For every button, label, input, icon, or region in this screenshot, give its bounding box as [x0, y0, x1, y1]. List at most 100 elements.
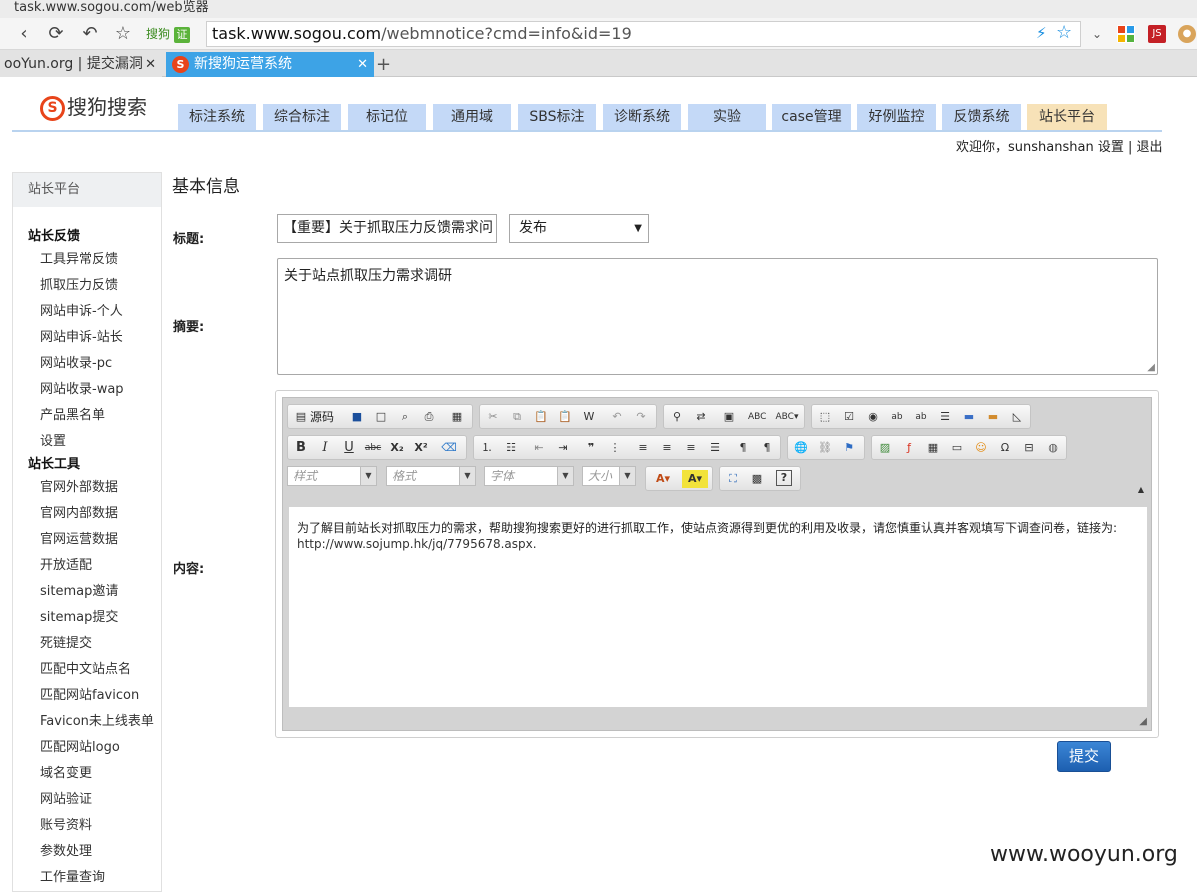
save-icon[interactable]: ■: [348, 408, 366, 426]
align-center-icon[interactable]: ≡: [658, 439, 676, 457]
nav-tab-0[interactable]: 标注系统: [178, 104, 256, 131]
show-blocks-icon[interactable]: ▩: [748, 470, 766, 488]
spellcheck-dropdown-icon[interactable]: ABC▾: [774, 408, 800, 426]
nav-tab-3[interactable]: 通用域: [433, 104, 511, 131]
nav-tab-5[interactable]: 诊断系统: [603, 104, 681, 131]
underline-button[interactable]: U: [340, 439, 358, 457]
nav-tab-4[interactable]: SBS标注: [518, 104, 596, 131]
font-combo[interactable]: 字体 ▼: [484, 466, 574, 486]
bookmark-star-icon[interactable]: ☆: [111, 22, 135, 46]
hidden-field-icon[interactable]: ◺: [1008, 408, 1026, 426]
collapse-toolbar-icon[interactable]: ▲: [1135, 484, 1147, 496]
redo-icon[interactable]: ↷: [632, 408, 650, 426]
print-icon[interactable]: ⎙: [420, 408, 438, 426]
image-button-icon[interactable]: ▬: [984, 408, 1002, 426]
sidebar-item-blacklist[interactable]: 产品黑名单: [40, 404, 105, 423]
smiley-icon[interactable]: ☺: [972, 439, 990, 457]
align-right-icon[interactable]: ≡: [682, 439, 700, 457]
bullet-list-icon[interactable]: ☷: [502, 439, 520, 457]
sidebar-item-params[interactable]: 参数处理: [40, 840, 92, 859]
strike-button[interactable]: abc: [364, 439, 382, 457]
templates-icon[interactable]: ▦: [448, 408, 466, 426]
sidebar-item-match-site-name[interactable]: 匹配中文站点名: [40, 658, 131, 677]
anchor-flag-icon[interactable]: ⚑: [840, 439, 858, 457]
button-field-icon[interactable]: ▬: [960, 408, 978, 426]
ltr-icon[interactable]: ¶: [734, 439, 752, 457]
page-break-icon[interactable]: ⊟: [1020, 439, 1038, 457]
textarea-icon[interactable]: ab: [912, 408, 930, 426]
sidebar-item-match-logo[interactable]: 匹配网站logo: [40, 736, 120, 755]
sidebar-item-site-verify[interactable]: 网站验证: [40, 788, 92, 807]
maximize-icon[interactable]: ⛶: [724, 470, 742, 488]
sidebar-item-appeal-webmaster[interactable]: 网站申诉-站长: [40, 326, 123, 345]
paste-word-icon[interactable]: W: [580, 408, 598, 426]
status-select[interactable]: 发布 ▼: [509, 214, 649, 243]
sidebar-item-index-pc[interactable]: 网站收录-pc: [40, 352, 112, 371]
outdent-icon[interactable]: ⇤: [530, 439, 548, 457]
replace-icon[interactable]: ⇄: [692, 408, 710, 426]
spellcheck-icon[interactable]: ABC: [748, 408, 766, 426]
sidebar-item-tool-error[interactable]: 工具异常反馈: [40, 248, 118, 267]
tab-wooyun[interactable]: ooYun.org | 提交漏洞 ✕: [0, 52, 162, 77]
editor-content-area[interactable]: 为了解目前站长对抓取压力的需求，帮助搜狗搜索更好的进行抓取工作，使站点资源得到更…: [289, 507, 1147, 707]
source-icon[interactable]: ▤: [292, 408, 310, 426]
nav-tab-1[interactable]: 综合标注: [263, 104, 341, 131]
sidebar-item-deadlink-submit[interactable]: 死链提交: [40, 632, 92, 651]
undo-icon[interactable]: ↶: [78, 22, 102, 46]
nav-tab-6[interactable]: 实验: [688, 104, 766, 131]
nav-tab-8[interactable]: 好例监控: [857, 104, 936, 131]
copy-icon[interactable]: ⧉: [508, 408, 526, 426]
title-input[interactable]: 【重要】关于抓取压力反馈需求问: [277, 214, 497, 243]
preview-icon[interactable]: ⌕: [396, 408, 414, 426]
chevron-down-icon[interactable]: ⌄: [1086, 22, 1108, 46]
align-left-icon[interactable]: ≡: [634, 439, 652, 457]
back-icon[interactable]: ‹: [12, 22, 36, 46]
bold-button[interactable]: B: [292, 439, 310, 457]
sidebar-item-internal-data[interactable]: 官网内部数据: [40, 502, 118, 521]
format-combo[interactable]: 格式 ▼: [386, 466, 476, 486]
sidebar-item-settings[interactable]: 设置: [40, 430, 66, 449]
help-icon[interactable]: ?: [776, 470, 792, 486]
js-icon[interactable]: JS: [1148, 25, 1166, 43]
eraser-icon[interactable]: ⌫: [440, 439, 458, 457]
size-combo[interactable]: 大小 ▼: [582, 466, 636, 486]
sidebar-item-crawl-pressure[interactable]: 抓取压力反馈: [40, 274, 118, 293]
blockquote-icon[interactable]: ❞: [582, 439, 600, 457]
speed-mode-icon[interactable]: ⚡: [1036, 24, 1047, 42]
logout-link[interactable]: 退出: [1137, 140, 1163, 155]
new-page-icon[interactable]: □: [372, 408, 390, 426]
favorite-star-icon[interactable]: ☆: [1056, 22, 1072, 43]
settings-link[interactable]: 设置: [1098, 140, 1124, 155]
resize-handle-icon[interactable]: ◢: [1147, 362, 1155, 373]
select-field-icon[interactable]: ☰: [936, 408, 954, 426]
numbered-list-icon[interactable]: ⒈: [478, 439, 496, 457]
find-icon[interactable]: ⚲: [668, 408, 686, 426]
sidebar-item-favicon-form[interactable]: Favicon未上线表单: [40, 710, 154, 729]
indent-icon[interactable]: ⇥: [554, 439, 572, 457]
undo-icon[interactable]: ↶: [608, 408, 626, 426]
align-justify-icon[interactable]: ☰: [706, 439, 724, 457]
table-icon[interactable]: ▦: [924, 439, 942, 457]
nav-tab-10-active[interactable]: 站长平台: [1027, 104, 1107, 131]
summary-textarea[interactable]: 关于站点抓取压力需求调研 ◢: [277, 258, 1158, 375]
sidebar-item-sitemap-submit[interactable]: sitemap提交: [40, 606, 118, 625]
textfield-icon[interactable]: ab: [888, 408, 906, 426]
div-container-icon[interactable]: ⋮: [606, 439, 624, 457]
cut-icon[interactable]: ✂: [484, 408, 502, 426]
address-bar[interactable]: task.www.sogou.com/webmnotice?cmd=info&i…: [206, 21, 1081, 47]
close-icon[interactable]: ✕: [145, 52, 156, 77]
tab-sogou-ops[interactable]: S 新搜狗运营系统 ✕: [166, 52, 374, 77]
rtl-icon[interactable]: ¶: [758, 439, 776, 457]
apps-icon[interactable]: [1117, 25, 1135, 43]
paste-text-icon[interactable]: 📋: [556, 408, 574, 426]
sidebar-item-open-adapt[interactable]: 开放适配: [40, 554, 92, 573]
content-link[interactable]: http://www.sojump.hk/jq/7795678.aspx.: [297, 536, 1139, 552]
subscript-button[interactable]: X₂: [388, 439, 406, 457]
sogou-verified-badge[interactable]: 搜狗证: [146, 24, 191, 44]
sidebar-item-domain-change[interactable]: 域名变更: [40, 762, 92, 781]
nav-tab-2[interactable]: 标记位: [348, 104, 426, 131]
select-all-icon[interactable]: ▣: [720, 408, 738, 426]
superscript-button[interactable]: X²: [412, 439, 430, 457]
refresh-icon[interactable]: ⟳: [44, 22, 68, 46]
nav-tab-7[interactable]: case管理: [772, 104, 851, 131]
